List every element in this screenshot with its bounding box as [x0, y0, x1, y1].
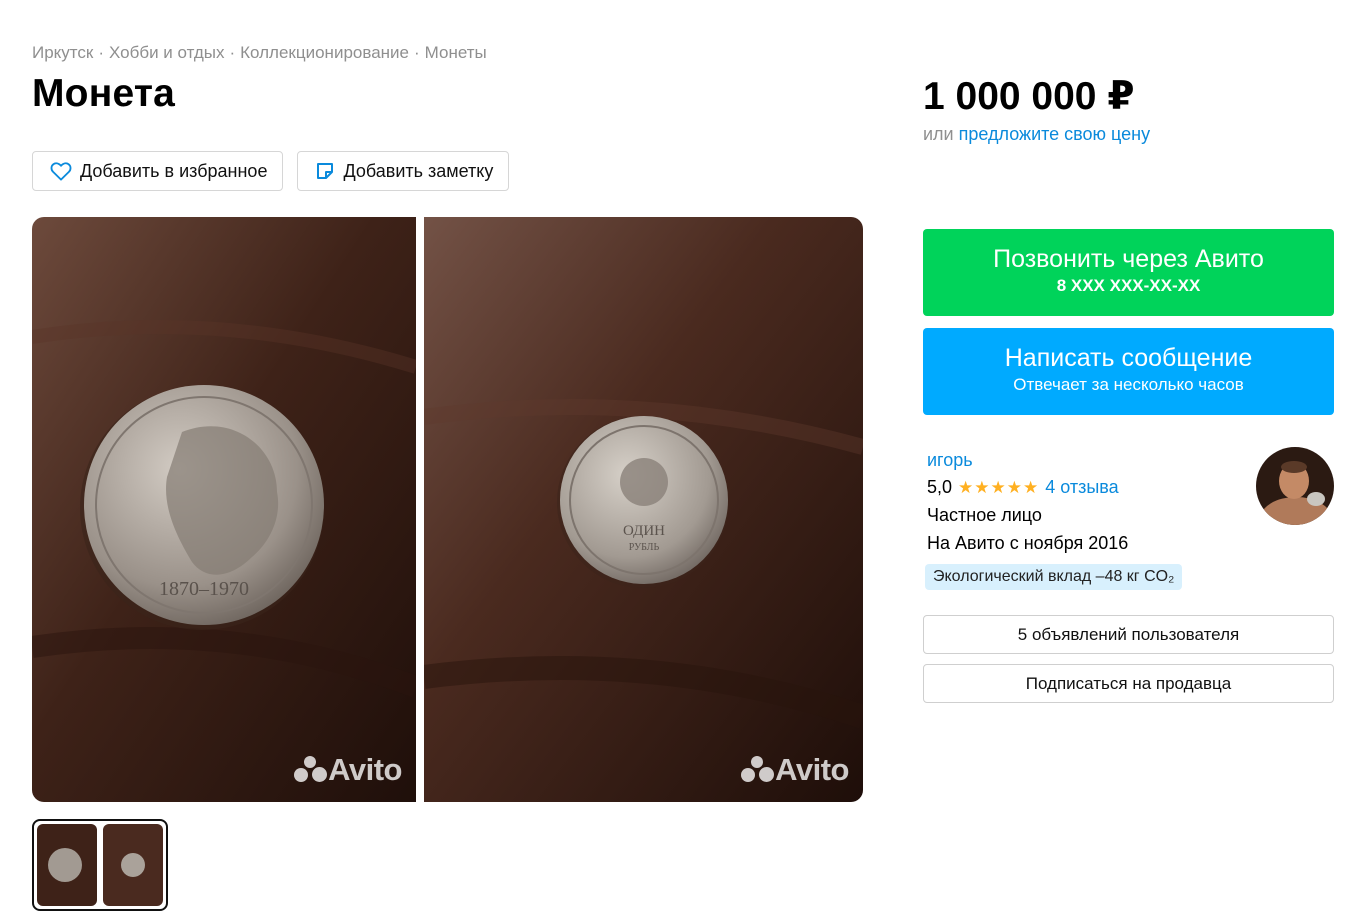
message-button-subtitle: Отвечает за несколько часов — [1013, 375, 1244, 394]
seller-ads-button[interactable]: 5 объявлений пользователя — [923, 615, 1334, 654]
rating-stars-icon: ★★★★★ — [958, 477, 1040, 497]
add-to-favorites-button[interactable]: Добавить в избранное — [32, 151, 284, 191]
avito-logo-icon — [294, 756, 328, 784]
call-button-phone: 8 XXX XXX-XX-XX — [1056, 276, 1201, 295]
message-button[interactable]: Написать сообщение Отвечает за несколько… — [923, 328, 1334, 415]
add-to-favorites-label: Добавить в избранное — [80, 160, 268, 181]
seller-since: На Авито с ноября 2016 — [927, 533, 1129, 553]
svg-text:1870–1970: 1870–1970 — [159, 578, 249, 600]
thumbnail-1[interactable] — [37, 824, 97, 906]
message-button-title: Написать сообщение — [1004, 344, 1253, 372]
svg-text:ОДИН: ОДИН — [623, 523, 665, 539]
breadcrumb-item-hobby[interactable]: Хобби и отдых — [109, 43, 224, 62]
breadcrumb-item-coins[interactable]: Монеты — [425, 43, 487, 62]
breadcrumb-item-collecting[interactable]: Коллекционирование — [240, 43, 409, 62]
seller-name-link[interactable]: игорь — [927, 450, 1184, 471]
thumbnail-2[interactable] — [103, 824, 163, 906]
rating-value: 5,0 — [927, 477, 953, 497]
photo-coin-reverse[interactable]: ОДИН РУБЛЬ Avito — [424, 217, 863, 802]
page-title: Монета — [32, 72, 176, 115]
note-icon — [317, 163, 334, 179]
avito-logo-icon — [741, 756, 775, 784]
avito-watermark: Avito — [294, 752, 402, 788]
seller-info: игорь 5,0 ★★★★★ 4 отзыва Частное лицо На… — [925, 450, 1184, 590]
avatar[interactable] — [1256, 447, 1334, 525]
photo-coin-obverse[interactable]: 1870–1970 Avito — [32, 217, 416, 802]
add-note-label: Добавить заметку — [343, 160, 494, 181]
photo-thumbnails — [32, 819, 168, 911]
price: 1 000 000 ₽ — [923, 75, 1135, 118]
breadcrumb-item-city[interactable]: Иркутск — [32, 43, 93, 62]
avito-watermark: Avito — [741, 752, 849, 788]
offer-price-link[interactable]: предложите свою цену — [959, 124, 1150, 144]
reviews-link[interactable]: 4 отзыва — [1045, 477, 1118, 498]
seller-type: Частное лицо — [927, 505, 1042, 525]
subscribe-seller-button[interactable]: Подписаться на продавца — [923, 664, 1334, 703]
eco-badge[interactable]: Экологический вклад –48 кг CO₂ — [925, 564, 1183, 590]
seller-rating: 5,0 ★★★★★ 4 отзыва — [927, 477, 1184, 498]
svg-text:РУБЛЬ: РУБЛЬ — [629, 542, 660, 553]
listing-actions: Добавить в избранное Добавить заметку — [32, 151, 510, 191]
breadcrumb: Иркутск · Хобби и отдых · Коллекционирование… — [32, 43, 487, 62]
add-note-button[interactable]: Добавить заметку — [297, 151, 510, 191]
photo-gallery: 1870–1970 Avito ОДИН РУБЛЬ Avito — [32, 217, 863, 802]
offer-price-line: или предложите свою цену — [923, 124, 1151, 144]
call-button-title: Позвонить через Авито — [993, 245, 1264, 273]
call-button[interactable]: Позвонить через Авито 8 XXX XXX-XX-XX — [923, 229, 1334, 316]
heart-icon — [50, 162, 72, 181]
